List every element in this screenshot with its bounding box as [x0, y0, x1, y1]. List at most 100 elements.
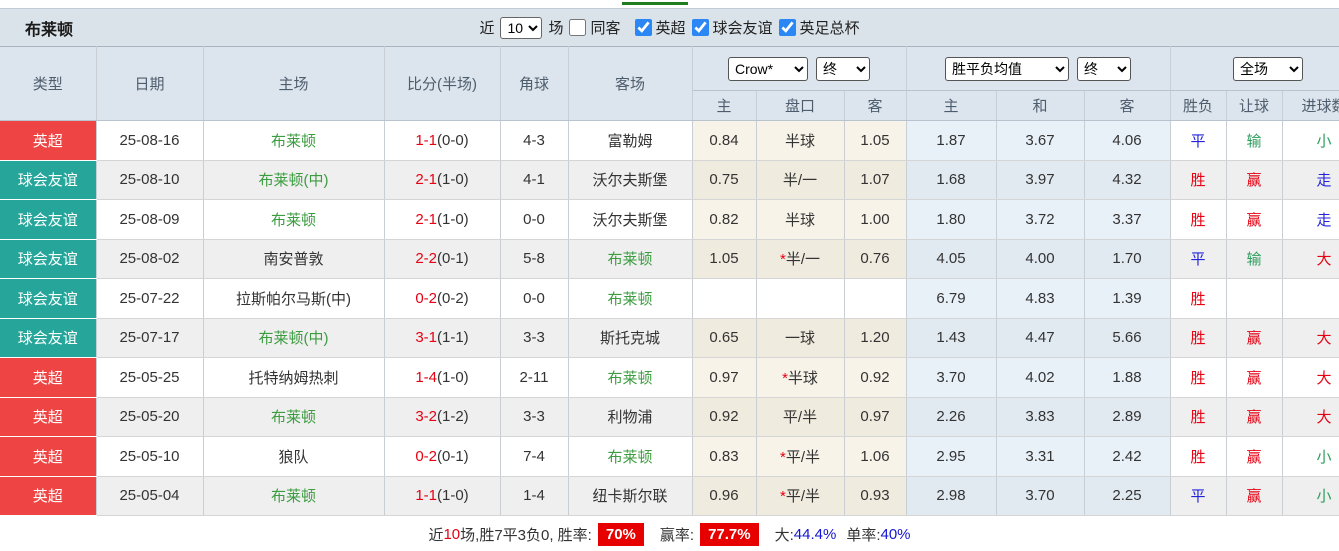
handicap-odds-away: 1.20 — [844, 318, 907, 358]
match-date: 25-08-10 — [96, 160, 204, 200]
handicap-odds-home: 0.75 — [692, 160, 757, 200]
away-team-cell[interactable]: 布莱顿 — [568, 357, 693, 398]
home-team-name[interactable]: 南安普敦 — [263, 251, 323, 268]
average-odds-group-header: 胜平负均值 终 — [906, 46, 1171, 91]
avg-odds-away: 1.70 — [1084, 239, 1171, 279]
home-team-cell[interactable]: 布莱顿 — [203, 397, 385, 437]
match-type-badge: 球会友谊 — [0, 278, 97, 319]
corners-cell: 0-0 — [500, 278, 569, 319]
matches-table-wrap: 类型 日期 主场 比分(半场) 角球 客场 Crow* 终 胜平负均值 终 全场… — [0, 46, 1339, 516]
halftime-score: (1-1) — [437, 329, 469, 347]
score-cell: 1-1(0-0) — [384, 120, 501, 161]
recent-count-select[interactable]: 10 — [500, 16, 543, 39]
score-cell: 2-2(0-1) — [384, 239, 501, 279]
home-team-cell[interactable]: 托特纳姆热刺 — [203, 357, 385, 398]
home-team-name[interactable]: 布莱顿 — [271, 488, 316, 505]
handicap-odds-home: 0.83 — [692, 436, 757, 477]
home-team-cell[interactable]: 拉斯帕尔马斯(中) — [203, 278, 385, 319]
home-team-cell[interactable]: 布莱顿 — [203, 476, 385, 516]
away-team-name[interactable]: 沃尔夫斯堡 — [592, 172, 667, 189]
subcol-result: 胜负 — [1170, 90, 1227, 121]
handicap-line-text: 平/半 — [782, 409, 818, 427]
handicap-final-select[interactable]: 终 — [816, 56, 870, 81]
away-team-name[interactable]: 布莱顿 — [607, 449, 652, 466]
match-type-badge: 球会友谊 — [0, 199, 97, 240]
scope-select[interactable]: 全场 — [1233, 56, 1304, 81]
away-team-name[interactable]: 布莱顿 — [607, 251, 652, 268]
fulltime-score: 2-2 — [415, 250, 437, 268]
handicap-result-cell: 赢 — [1226, 199, 1283, 240]
home-team-cell[interactable]: 布莱顿 — [203, 199, 385, 240]
corners-cell: 4-3 — [500, 120, 569, 161]
top-strip — [0, 0, 1339, 8]
away-team-cell[interactable]: 布莱顿 — [568, 239, 693, 279]
home-team-name[interactable]: 狼队 — [278, 449, 308, 466]
col-header-date: 日期 — [96, 46, 204, 121]
avg-odds-home: 1.80 — [906, 199, 997, 240]
handicap-result-cell: 赢 — [1226, 357, 1283, 398]
home-team-name[interactable]: 布莱顿 — [271, 133, 316, 150]
home-team-cell[interactable]: 南安普敦 — [203, 239, 385, 279]
handicap-odds-home: 0.65 — [692, 318, 757, 358]
result-cell: 胜 — [1170, 199, 1227, 240]
score-cell: 2-1(1-0) — [384, 160, 501, 200]
handicap-line-text: 平/半 — [785, 488, 820, 506]
away-team-cell[interactable]: 沃尔夫斯堡 — [568, 160, 693, 200]
goals-result-cell: 走 — [1282, 199, 1339, 240]
away-team-cell[interactable]: 布莱顿 — [568, 278, 693, 319]
home-team-name[interactable]: 拉斯帕尔马斯(中) — [236, 291, 351, 308]
average-odds-select[interactable]: 胜平负均值 — [945, 56, 1070, 81]
away-team-name[interactable]: 布莱顿 — [607, 291, 652, 308]
handicap-line-text: 半球 — [784, 132, 815, 150]
away-team-name[interactable]: 斯托克城 — [600, 330, 660, 347]
corners-cell: 1-4 — [500, 476, 569, 516]
away-team-cell[interactable]: 斯托克城 — [568, 318, 693, 358]
away-team-cell[interactable]: 纽卡斯尔联 — [568, 476, 693, 516]
average-final-select[interactable]: 终 — [1077, 56, 1132, 81]
handicap-odds-home: 0.82 — [692, 199, 757, 240]
handicap-result-cell: 输 — [1226, 239, 1283, 279]
avg-odds-draw: 3.83 — [996, 397, 1085, 437]
away-team-name[interactable]: 利物浦 — [607, 409, 652, 426]
table-row: 英超 25-05-25 托特纳姆热刺 1-4(1-0) 2-11 布莱顿 0.9… — [0, 357, 1339, 398]
home-team-name[interactable]: 布莱顿 — [271, 409, 316, 426]
avg-odds-draw: 4.00 — [996, 239, 1085, 279]
away-team-name[interactable]: 布莱顿 — [607, 370, 652, 387]
home-team-name[interactable]: 布莱顿(中) — [259, 172, 329, 189]
filter-checkbox-facup[interactable] — [778, 19, 796, 36]
fulltime-score: 3-2 — [415, 408, 437, 426]
summary-recent-label: 近 — [428, 526, 444, 544]
home-team-name[interactable]: 布莱顿(中) — [259, 330, 329, 347]
avg-odds-home: 1.87 — [906, 120, 997, 161]
score-cell: 3-1(1-1) — [384, 318, 501, 358]
away-team-name[interactable]: 纽卡斯尔联 — [592, 488, 667, 505]
goals-result-cell: 大 — [1282, 318, 1339, 358]
home-team-name[interactable]: 托特纳姆热刺 — [248, 370, 338, 387]
avg-odds-draw: 4.83 — [996, 278, 1085, 319]
col-header-corners: 角球 — [500, 46, 569, 121]
home-team-name[interactable]: 布莱顿 — [271, 212, 316, 229]
away-team-cell[interactable]: 富勒姆 — [568, 120, 693, 161]
match-rows: 英超 25-08-16 布莱顿 1-1(0-0) 4-3 富勒姆 0.84 半球… — [0, 120, 1339, 516]
result-cell: 平 — [1170, 476, 1227, 516]
away-team-cell[interactable]: 沃尔夫斯堡 — [568, 199, 693, 240]
fulltime-score: 1-4 — [415, 368, 437, 386]
filter-checkbox-epl[interactable] — [634, 19, 652, 36]
home-team-cell[interactable]: 布莱顿(中) — [203, 160, 385, 200]
same-away-checkbox[interactable] — [569, 19, 587, 36]
avg-odds-away: 4.06 — [1084, 120, 1171, 161]
away-team-name[interactable]: 沃尔夫斯堡 — [592, 212, 667, 229]
away-team-cell[interactable]: 利物浦 — [568, 397, 693, 437]
result-cell: 平 — [1170, 239, 1227, 279]
home-team-cell[interactable]: 狼队 — [203, 436, 385, 477]
match-type-badge: 英超 — [0, 357, 97, 398]
odds-company-select[interactable]: Crow* — [728, 56, 808, 81]
away-team-cell[interactable]: 布莱顿 — [568, 436, 693, 477]
handicap-odds-away: 1.06 — [844, 436, 907, 477]
away-team-name[interactable]: 富勒姆 — [607, 133, 652, 150]
home-team-cell[interactable]: 布莱顿 — [203, 120, 385, 161]
avg-odds-home: 2.98 — [906, 476, 997, 516]
handicap-line: 一球 — [756, 318, 845, 358]
home-team-cell[interactable]: 布莱顿(中) — [203, 318, 385, 358]
filter-checkbox-friendly[interactable] — [691, 19, 709, 36]
